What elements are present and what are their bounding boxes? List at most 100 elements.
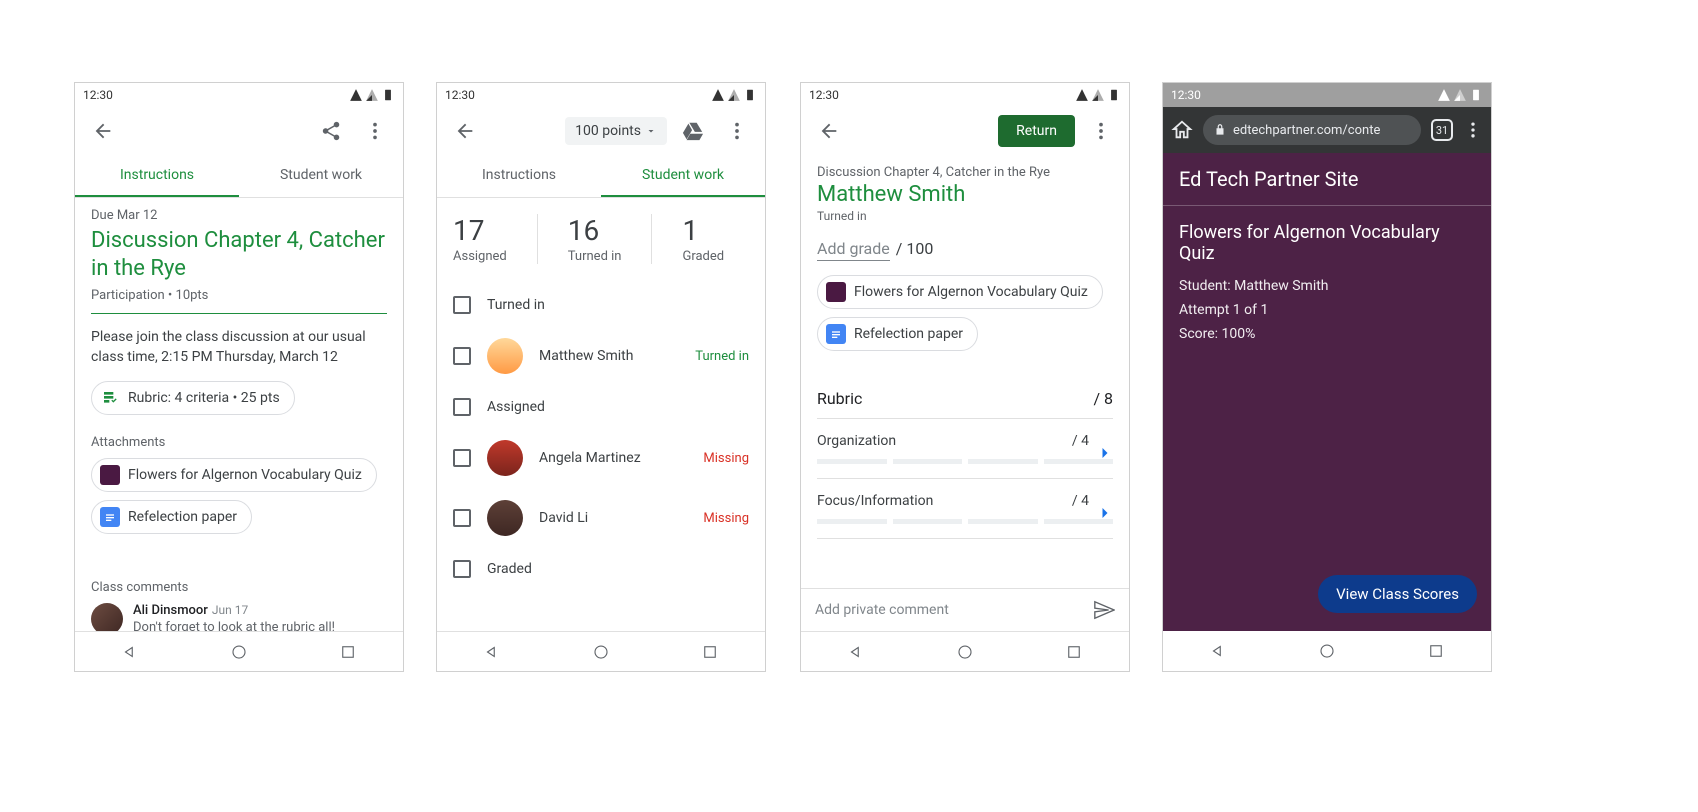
points-label: 100 points [575,123,641,139]
rubric-scale[interactable] [817,519,1113,524]
drive-icon[interactable] [675,113,711,149]
more-icon[interactable] [1083,113,1119,149]
more-icon[interactable] [357,113,393,149]
comment: Ali Dinsmoor Jun 17 Don't forget to look … [91,603,387,631]
tab-student-work[interactable]: Student work [239,155,403,197]
criterion[interactable]: Organization / 4 [817,419,1113,479]
quiz-icon [826,282,846,302]
attachment-doc[interactable]: Refelection paper [817,317,978,351]
checkbox[interactable] [453,296,471,314]
section-graded: Graded [437,548,765,590]
attachments-label: Attachments [91,435,387,450]
attachment-quiz[interactable]: Flowers for Algernon Vocabulary Quiz [91,458,377,492]
home-icon[interactable] [1171,119,1193,141]
browser-bar: edtechpartner.com/conte 31 [1163,107,1491,153]
nav-home-icon[interactable] [956,643,974,661]
attachment-label: Refelection paper [854,326,963,342]
comment-author: Ali Dinsmoor [133,603,208,618]
checkbox[interactable] [453,560,471,578]
site-title: Ed Tech Partner Site [1163,153,1491,206]
stat-assigned[interactable]: 17 Assigned [453,214,538,264]
status-bar: 12:30 [801,83,1129,107]
app-bar: 100 points [437,107,765,155]
nav-back-icon[interactable] [847,643,865,661]
doc-icon [826,324,846,344]
criterion[interactable]: Focus/Information / 4 [817,479,1113,539]
stat-graded[interactable]: 1 Graded [682,214,754,264]
status-icons [349,88,395,102]
rubric-chip[interactable]: Rubric: 4 criteria • 25 pts [91,381,295,415]
chevron-right-icon[interactable] [1095,503,1115,527]
more-icon[interactable] [1463,120,1483,140]
return-button[interactable]: Return [998,115,1075,147]
rubric-icon [100,388,120,408]
send-icon[interactable] [1093,599,1115,621]
status-icons [1437,88,1483,102]
nav-back-icon[interactable] [1209,642,1227,660]
student-row[interactable]: Angela Martinez Missing [437,428,765,488]
attachment-quiz[interactable]: Flowers for Algernon Vocabulary Quiz [817,275,1103,309]
due-date: Due Mar 12 [91,208,387,223]
attachment-doc[interactable]: Refelection paper [91,500,252,534]
quiz-icon [100,465,120,485]
nav-recents-icon[interactable] [701,643,719,661]
status-time: 12:30 [83,88,113,102]
tab-student-work[interactable]: Student work [601,155,765,197]
student-row[interactable]: Matthew Smith Turned in [437,326,765,386]
nav-recents-icon[interactable] [1427,642,1445,660]
avatar [91,603,123,631]
points-dropdown[interactable]: 100 points [565,117,667,145]
status-badge: Missing [703,511,749,526]
comment-text: Don't forget to look at the rubric all! [133,620,387,631]
partner-page: Ed Tech Partner Site Flowers for Algerno… [1163,153,1491,631]
url-bar[interactable]: edtechpartner.com/conte [1203,115,1421,145]
tab-instructions[interactable]: Instructions [437,155,601,197]
comment-date: Jun 17 [212,603,248,617]
url-text: edtechpartner.com/conte [1233,123,1380,138]
section-assigned: Assigned [437,386,765,428]
checkbox[interactable] [453,449,471,467]
section-turned-in: Turned in [437,284,765,326]
checkbox[interactable] [453,398,471,416]
nav-recents-icon[interactable] [1065,643,1083,661]
nav-home-icon[interactable] [230,643,248,661]
rubric-scale[interactable] [817,459,1113,464]
back-icon[interactable] [811,113,847,149]
student-name: Matthew Smith [817,182,1113,207]
section-label: Assigned [487,399,545,415]
chevron-right-icon[interactable] [1095,443,1115,467]
back-icon[interactable] [447,113,483,149]
stat-label: Turned in [568,249,622,264]
nav-bar [801,631,1129,671]
student-row[interactable]: David Li Missing [437,488,765,548]
share-icon[interactable] [313,113,349,149]
nav-back-icon[interactable] [483,643,501,661]
nav-home-icon[interactable] [1318,642,1336,660]
nav-bar [75,631,403,671]
comments-label: Class comments [91,580,387,595]
private-comment-input[interactable]: Add private comment [801,588,1129,631]
nav-recents-icon[interactable] [339,643,357,661]
grade-input[interactable]: Add grade [817,239,890,261]
student-name: Matthew Smith [539,348,679,364]
avatar [487,440,523,476]
grade-max: / 100 [896,239,934,258]
nav-back-icon[interactable] [121,643,139,661]
phone-student-submission: 12:30 Return Discussion Chapter 4, Catch… [800,82,1130,672]
status-bar: 12:30 [1163,83,1491,107]
view-class-scores-button[interactable]: View Class Scores [1318,575,1477,613]
stat-turned-in[interactable]: 16 Turned in [568,214,653,264]
stat-number: 16 [568,214,622,247]
more-icon[interactable] [719,113,755,149]
student-name: Angela Martinez [539,450,687,466]
checkbox[interactable] [453,509,471,527]
tabs-count[interactable]: 31 [1431,119,1453,141]
phone-student-work-list: 12:30 100 points Instructions Student wo… [436,82,766,672]
nav-home-icon[interactable] [592,643,610,661]
submission-status: Turned in [817,209,1113,223]
status-icons [1075,88,1121,102]
assignment-title: Discussion Chapter 4, Catcher in the Rye [91,227,387,282]
tab-instructions[interactable]: Instructions [75,155,239,197]
back-icon[interactable] [85,113,121,149]
checkbox[interactable] [453,347,471,365]
